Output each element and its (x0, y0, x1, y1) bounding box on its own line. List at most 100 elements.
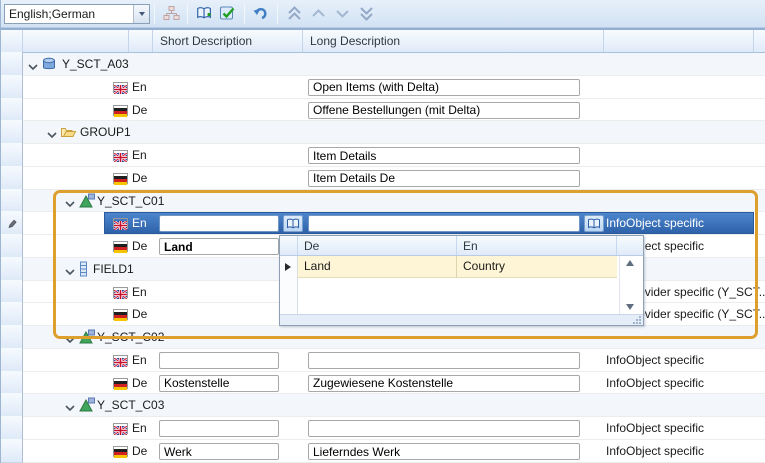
long-description-input[interactable] (308, 147, 580, 164)
lang-row-en[interactable]: En (1, 76, 765, 99)
german-flag-icon (113, 241, 128, 252)
scroll-up-icon[interactable] (625, 259, 635, 267)
german-flag-icon (113, 446, 128, 457)
translation-scope-label: InfoObject specific (606, 349, 704, 372)
toolbar-separator (244, 4, 245, 24)
popup-status-bar (280, 314, 643, 325)
toolbar: English;German (1, 0, 765, 28)
add-dictionary-entry-icon[interactable] (193, 3, 215, 25)
long-description-input[interactable] (308, 352, 580, 369)
apply-check-icon[interactable] (217, 3, 239, 25)
row-header-cell (1, 348, 23, 372)
tree-node-label[interactable]: FIELD1 (93, 258, 134, 281)
tree-node-label[interactable]: Y_SCT_C01 (97, 190, 164, 213)
dictionary-suggestion-popup: De En Land Country (279, 235, 644, 326)
uk-flag-icon (113, 287, 128, 298)
expander-icon[interactable] (65, 401, 75, 409)
lang-row-en[interactable]: En InfoObject specific (1, 417, 765, 440)
translation-scope-label: InfoObject specific (606, 440, 704, 463)
translation-scope-label: InfoObject specific (606, 417, 704, 440)
language-label: En (132, 349, 147, 372)
language-label: De (132, 372, 147, 395)
short-description-input[interactable] (159, 215, 279, 232)
popup-scrollbar[interactable] (619, 256, 639, 314)
long-description-input[interactable] (308, 170, 580, 187)
popup-column-en[interactable]: En (457, 236, 617, 255)
dictionary-lookup-icon[interactable] (283, 215, 303, 232)
page-first-icon[interactable] (283, 3, 305, 25)
long-description-input[interactable] (308, 420, 580, 437)
column-header-scope (604, 30, 754, 52)
resize-grip-icon[interactable] (632, 315, 642, 324)
language-label: De (132, 235, 147, 258)
expander-icon[interactable] (65, 333, 75, 341)
row-header-cell (1, 371, 23, 395)
expander-icon[interactable] (65, 197, 75, 205)
short-description-input[interactable] (159, 238, 279, 255)
column-header-language (129, 30, 153, 52)
tree-node-label[interactable]: Y_SCT_C02 (97, 326, 164, 349)
lang-row-de[interactable]: De (1, 167, 765, 190)
column-header-long-description[interactable]: Long Description (303, 30, 604, 52)
language-label: En (132, 144, 147, 167)
long-description-input[interactable] (308, 443, 580, 460)
page-last-icon[interactable] (355, 3, 377, 25)
language-combo[interactable]: English;German (4, 4, 150, 24)
tree-node-label[interactable]: GROUP1 (80, 121, 131, 144)
column-header-gutter (1, 30, 23, 52)
popup-cell-de[interactable]: Land (298, 256, 457, 277)
tree-row-infoprovider[interactable]: Y_SCT_A03 (1, 53, 765, 76)
row-header-cell (1, 98, 23, 122)
language-label: De (132, 303, 147, 326)
lang-row-en-selected[interactable]: En InfoObject specific (1, 212, 765, 235)
lang-row-de[interactable]: De InfoObject specific (1, 440, 765, 463)
uk-flag-icon (113, 150, 128, 161)
tree-node-label[interactable]: Y_SCT_A03 (62, 53, 129, 76)
row-header-cell (1, 120, 23, 144)
expander-icon[interactable] (28, 60, 38, 68)
expander-icon[interactable] (47, 128, 57, 136)
tree-node-label[interactable]: Y_SCT_C03 (97, 394, 164, 417)
column-header-short-description[interactable]: Short Description (153, 30, 303, 52)
long-description-input[interactable] (308, 79, 580, 96)
lang-row-de[interactable]: De InfoObject specific (1, 372, 765, 395)
short-description-input[interactable] (159, 420, 279, 437)
tree-row-characteristic[interactable]: Y_SCT_C03 (1, 394, 765, 417)
translation-scope-label: InfoObject specific (606, 212, 704, 235)
dropdown-icon[interactable] (133, 5, 149, 23)
tree-row-group[interactable]: GROUP1 (1, 121, 765, 144)
short-description-input[interactable] (159, 352, 279, 369)
popup-cell-en[interactable]: Country (457, 256, 617, 277)
tree-row-characteristic[interactable]: Y_SCT_C01 (1, 190, 765, 213)
long-description-input[interactable] (308, 375, 580, 392)
dictionary-lookup-icon[interactable] (584, 215, 604, 232)
undo-icon[interactable] (250, 3, 272, 25)
row-header-cell (1, 393, 23, 417)
tree-row-characteristic[interactable]: Y_SCT_C02 (1, 326, 765, 349)
long-description-input[interactable] (308, 102, 580, 119)
long-description-input[interactable] (308, 215, 580, 232)
short-description-input[interactable] (159, 443, 279, 460)
lang-row-en[interactable]: En InfoObject specific (1, 349, 765, 372)
lang-row-de[interactable]: De (1, 99, 765, 122)
toolbar-separator (187, 4, 188, 24)
row-header-cell (1, 52, 23, 76)
lang-row-en[interactable]: En (1, 144, 765, 167)
row-header-cell (1, 280, 23, 304)
row-header-cell (1, 439, 23, 463)
scroll-down-icon[interactable] (625, 303, 635, 311)
popup-column-de[interactable]: De (298, 236, 457, 255)
infoprovider-database-icon (41, 56, 58, 72)
move-up-icon[interactable] (307, 3, 329, 25)
uk-flag-icon (113, 423, 128, 434)
row-header-cell (1, 75, 23, 99)
characteristic-icon (79, 193, 96, 209)
row-header-cell (1, 234, 23, 258)
move-down-icon[interactable] (331, 3, 353, 25)
short-description-input[interactable] (159, 375, 279, 392)
expander-icon[interactable] (65, 265, 75, 273)
popup-suggestion-row[interactable]: Land Country (298, 256, 617, 278)
hierarchy-view-icon[interactable] (160, 3, 182, 25)
row-header-cell (1, 211, 23, 235)
translation-scope-label: InfoObject specific (606, 372, 704, 395)
